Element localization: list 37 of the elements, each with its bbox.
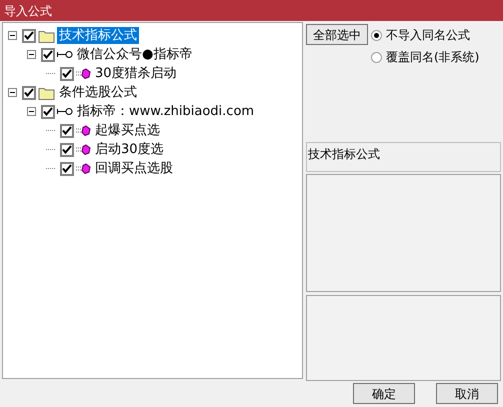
radio-label: 不导入同名公式 xyxy=(386,27,470,44)
radio-label: 覆盖同名(非系统) xyxy=(386,49,480,66)
gem-icon xyxy=(76,144,91,155)
collapse-icon[interactable] xyxy=(27,50,36,59)
gem-icon xyxy=(76,125,91,136)
folder-icon xyxy=(38,86,55,100)
checkbox[interactable] xyxy=(22,86,36,100)
collapse-icon[interactable] xyxy=(8,88,17,97)
info-text: 技术指标公式 xyxy=(308,147,380,161)
folder-icon xyxy=(38,28,55,42)
tree-item[interactable]: 条件选股公式 xyxy=(57,84,139,101)
checkbox[interactable] xyxy=(60,142,74,156)
collapse-icon[interactable] xyxy=(8,31,17,40)
select-all-button[interactable]: 全部选中 xyxy=(306,24,368,45)
tree-item[interactable]: 指标帝：www.zhibiaodi.com xyxy=(75,103,256,120)
tree-item[interactable]: 回调买点选股 xyxy=(93,160,175,177)
window-title: 导入公式 xyxy=(4,2,52,20)
collapse-icon[interactable] xyxy=(27,107,36,116)
dialog-button[interactable]: 取消 xyxy=(436,383,498,404)
key-icon xyxy=(57,50,73,60)
checkbox[interactable] xyxy=(60,162,74,176)
checkbox[interactable] xyxy=(22,28,36,42)
checkbox[interactable] xyxy=(41,48,55,62)
checkbox[interactable] xyxy=(60,124,74,138)
tree-item[interactable]: 30度猎杀启动 xyxy=(93,65,179,82)
radio-button[interactable] xyxy=(371,30,382,40)
checkbox[interactable] xyxy=(60,66,74,80)
tree-item[interactable]: 微信公众号●指标帝 xyxy=(75,46,194,63)
radio-button[interactable] xyxy=(371,52,382,62)
gem-icon xyxy=(76,163,91,174)
tree-item[interactable]: 起爆买点选 xyxy=(93,122,162,139)
checkbox[interactable] xyxy=(41,104,55,118)
key-icon xyxy=(57,106,73,116)
tree-item[interactable]: 启动30度选 xyxy=(93,141,166,158)
dialog-button[interactable]: 确定 xyxy=(353,383,415,404)
gem-icon xyxy=(76,68,91,79)
tree-item[interactable]: 技术指标公式 xyxy=(57,27,139,44)
